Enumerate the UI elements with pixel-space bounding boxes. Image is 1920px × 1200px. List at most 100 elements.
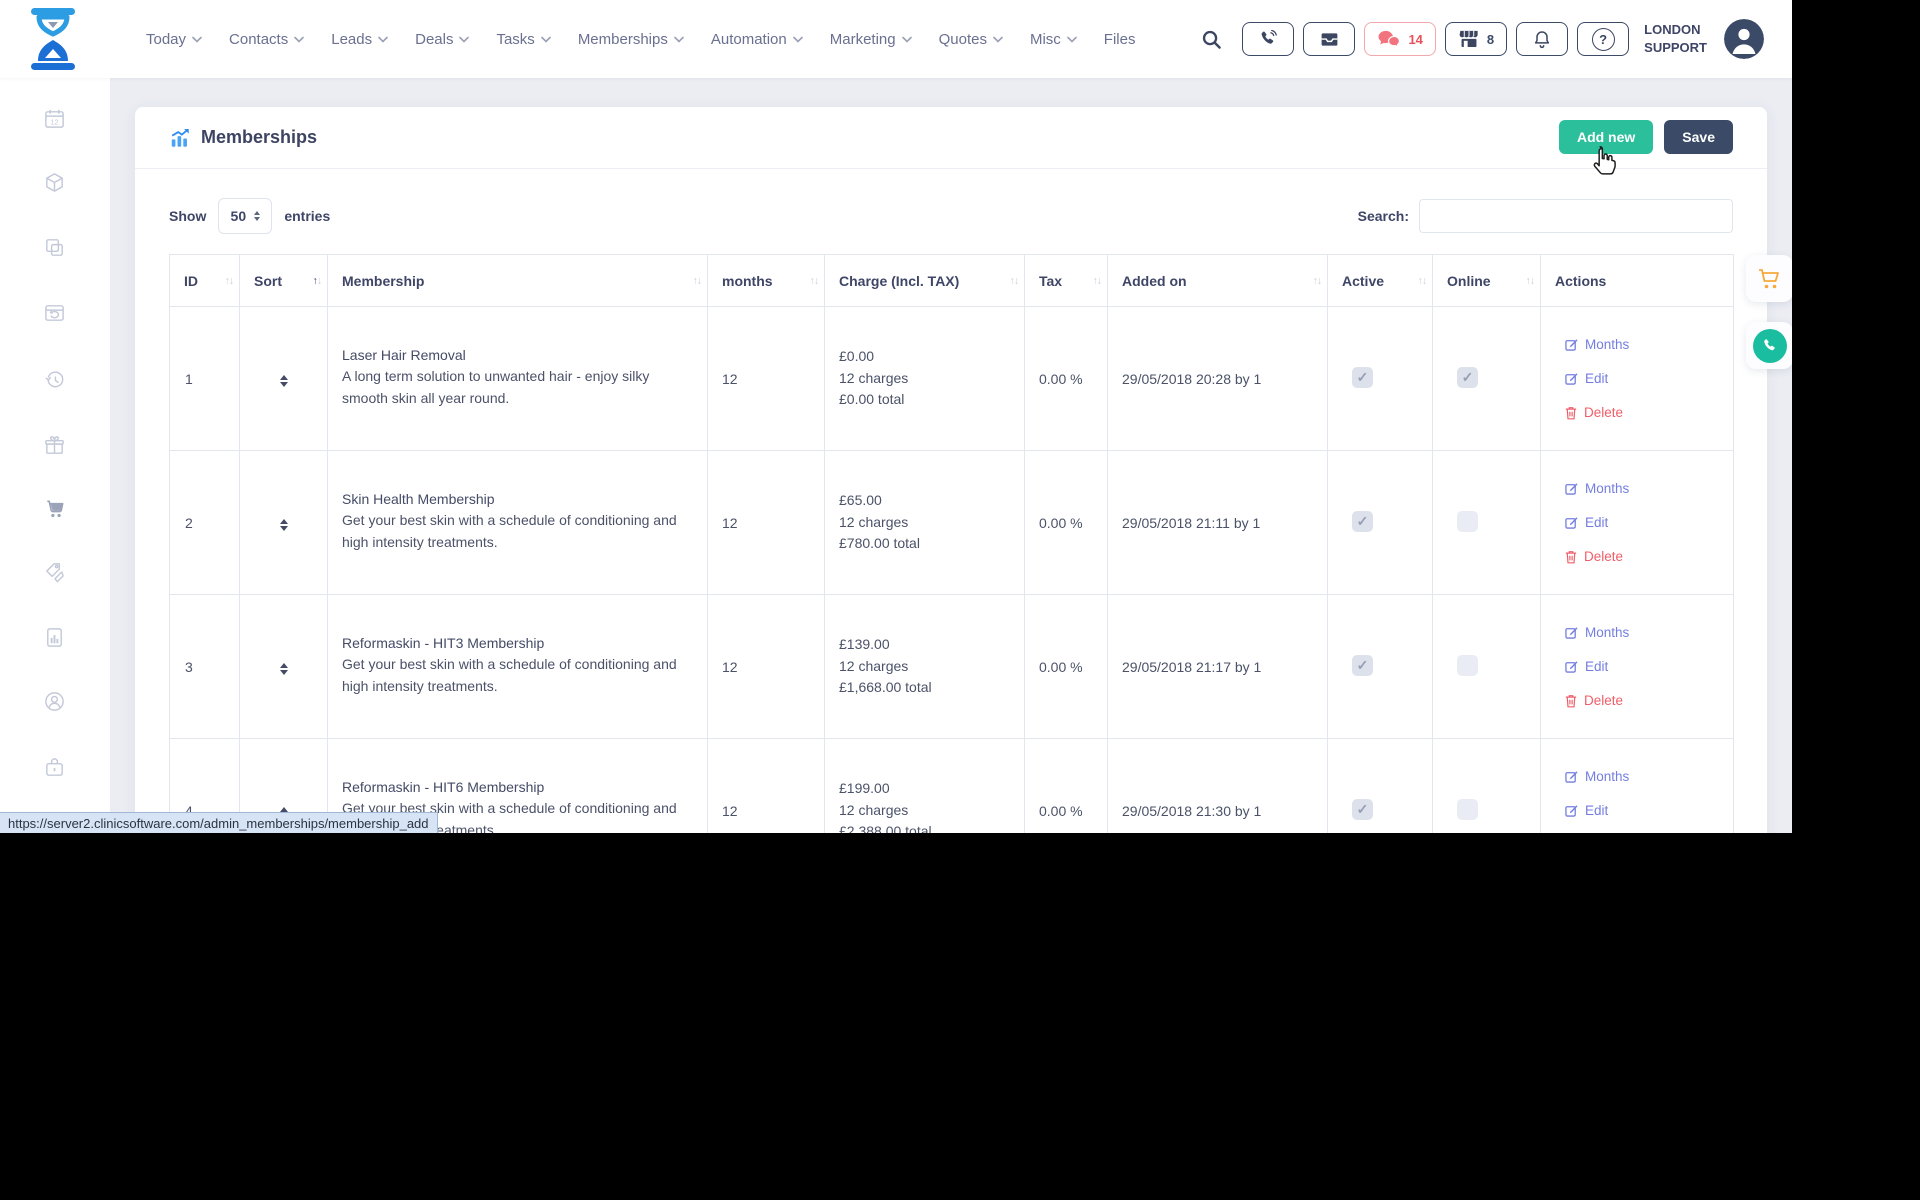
column-header[interactable]: Actions (1541, 255, 1734, 307)
page-size-select[interactable]: 50 (218, 198, 272, 234)
search-icon[interactable] (1200, 28, 1223, 51)
charge-total: £2,388.00 total (839, 821, 1014, 833)
column-header[interactable]: months (708, 255, 825, 307)
cell-months: 12 (708, 595, 825, 739)
nav-item-label: Memberships (578, 31, 668, 48)
memberships-card: Memberships Add new Save Show 50 entries… (135, 107, 1767, 833)
help-button[interactable]: ? (1577, 22, 1629, 56)
search-group: Search: (1358, 199, 1733, 233)
cell-charge: £139.00 12 charges £1,668.00 total (825, 595, 1025, 739)
online-checkbox[interactable] (1457, 799, 1478, 820)
nav-item[interactable]: Automation (711, 31, 803, 48)
cell-sort (240, 451, 328, 595)
column-header[interactable]: Membership (328, 255, 708, 307)
sort-arrows-icon (693, 275, 703, 286)
active-checkbox[interactable] (1352, 799, 1373, 820)
save-button[interactable]: Save (1664, 120, 1733, 154)
active-checkbox[interactable] (1352, 511, 1373, 532)
nav-item[interactable]: Memberships (578, 31, 684, 48)
cell-tax: 0.00 % (1025, 595, 1108, 739)
cell-membership: Reformaskin - HIT3 Membership Get your b… (328, 595, 708, 739)
floating-phone-widget[interactable] (1746, 322, 1792, 369)
column-header[interactable]: Tax (1025, 255, 1108, 307)
table-row: 3 Reformaskin - HIT3 Membership Get your… (170, 595, 1734, 739)
edit-link[interactable]: Edit (1565, 659, 1723, 674)
membership-description: Get your best skin with a schedule of co… (342, 654, 697, 697)
avatar[interactable] (1724, 19, 1764, 59)
phone-button[interactable] (1242, 22, 1294, 56)
nav-item[interactable]: Contacts (229, 31, 304, 48)
drag-handle-icon[interactable] (280, 659, 288, 679)
column-header-label: months (722, 273, 773, 289)
column-header[interactable]: Active (1328, 255, 1433, 307)
nav-item[interactable]: Marketing (830, 31, 912, 48)
online-checkbox[interactable] (1457, 655, 1478, 676)
sort-arrows-icon (810, 275, 820, 286)
edit-link[interactable]: Edit (1565, 515, 1723, 530)
briefcase-lock-icon[interactable] (43, 756, 66, 779)
charge-amount: £0.00 (839, 346, 1014, 368)
copy-pages-icon[interactable] (43, 236, 66, 259)
edit-link[interactable]: Edit (1565, 803, 1723, 818)
table-header-row: ID Sort Membership (170, 255, 1734, 307)
active-checkbox[interactable] (1352, 367, 1373, 388)
column-header[interactable]: Added on (1108, 255, 1328, 307)
column-header[interactable]: Online (1433, 255, 1541, 307)
drag-handle-icon[interactable] (280, 371, 288, 391)
nav-item[interactable]: Leads (331, 31, 388, 48)
delete-link[interactable]: Delete (1565, 693, 1723, 708)
delete-link[interactable]: Delete (1565, 549, 1723, 564)
delete-link[interactable]: Delete (1565, 405, 1723, 420)
column-header[interactable]: Sort (240, 255, 328, 307)
table-controls: Show 50 entries Search: (169, 199, 1733, 233)
nav-item[interactable]: Today (146, 31, 202, 48)
user-label: LONDON SUPPORT (1644, 21, 1707, 56)
edit-link[interactable]: Edit (1565, 371, 1723, 386)
package-icon[interactable] (43, 171, 66, 194)
months-link[interactable]: Months (1565, 337, 1723, 352)
charge-count: 12 charges (839, 800, 1014, 822)
online-checkbox[interactable] (1457, 367, 1478, 388)
history-icon[interactable] (43, 369, 66, 392)
chat-button[interactable]: 14 (1364, 22, 1435, 56)
user-label-line2: SUPPORT (1644, 39, 1707, 57)
nav-item[interactable]: Quotes (939, 31, 1003, 48)
store-button[interactable]: 8 (1445, 22, 1507, 56)
nav-item[interactable]: Misc (1030, 31, 1077, 48)
nav-item[interactable]: Files (1104, 31, 1136, 48)
floating-cart-widget[interactable] (1746, 255, 1792, 302)
charge-count: 12 charges (839, 368, 1014, 390)
notifications-button[interactable] (1516, 22, 1568, 56)
add-new-button[interactable]: Add new (1559, 120, 1653, 154)
user-circle-icon[interactable] (43, 690, 66, 713)
cell-tax: 0.00 % (1025, 451, 1108, 595)
online-checkbox[interactable] (1457, 511, 1478, 532)
drag-handle-icon[interactable] (280, 515, 288, 535)
cell-added-on: 29/05/2018 21:17 by 1 (1108, 595, 1328, 739)
membership-name: Reformaskin - HIT6 Membership (342, 779, 697, 795)
tags-icon[interactable] (43, 561, 66, 584)
months-link[interactable]: Months (1565, 769, 1723, 784)
sort-arrows-icon (1526, 275, 1536, 286)
cart-icon[interactable] (43, 497, 66, 520)
gift-icon[interactable] (43, 434, 66, 457)
cell-online (1433, 739, 1541, 834)
nav-item[interactable]: Tasks (496, 31, 550, 48)
months-link[interactable]: Months (1565, 481, 1723, 496)
status-bar-url: https://server2.clinicsoftware.com/admin… (0, 812, 438, 833)
active-checkbox[interactable] (1352, 655, 1373, 676)
column-header[interactable]: Charge (Incl. TAX) (825, 255, 1025, 307)
chevron-down-icon (793, 36, 803, 43)
edit-link-label: Edit (1585, 371, 1608, 386)
clinicsoftware-logo-icon[interactable] (28, 7, 78, 71)
archive-return-icon[interactable] (43, 301, 66, 324)
search-input[interactable] (1419, 199, 1733, 233)
calendar-icon[interactable]: 12 (43, 107, 66, 130)
nav-item[interactable]: Deals (415, 31, 469, 48)
months-link[interactable]: Months (1565, 625, 1723, 640)
main-nav: Today Contacts Leads Deals (146, 31, 1135, 48)
column-header[interactable]: ID (170, 255, 240, 307)
chevron-down-icon (378, 36, 388, 43)
inbox-button[interactable] (1303, 22, 1355, 56)
report-file-icon[interactable] (43, 626, 66, 649)
